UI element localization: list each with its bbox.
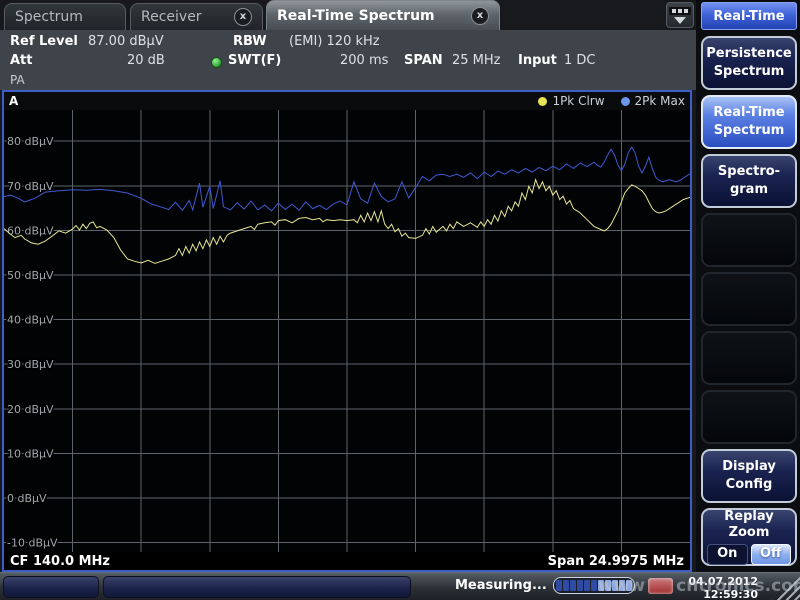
ref-level-label: Ref Level	[10, 34, 78, 49]
y-axis-tick-label: -10 dBµV	[7, 537, 58, 550]
softkey-menu-title: Real-Time	[701, 2, 797, 30]
y-axis-tick-label: 20 dBµV	[7, 403, 54, 416]
progress-segment	[584, 580, 590, 591]
softkey-label: Display	[722, 458, 776, 476]
trace-color-dot	[538, 97, 547, 106]
input-label: Input	[518, 53, 557, 68]
progress-segment	[626, 580, 632, 591]
tab-spectrum[interactable]: Spectrum	[4, 3, 126, 30]
progress-segment	[591, 580, 597, 591]
chart-footer: CF 140.0 MHz Span 24.9975 MHz	[4, 552, 690, 570]
softkey-list: PersistenceSpectrumReal-TimeSpectrumSpec…	[701, 36, 797, 566]
window-layout-icon	[669, 7, 691, 15]
tab-realtime-spectrum-label: Real-Time Spectrum	[277, 8, 435, 24]
date-time: 04.07.2012 12:59:30	[688, 576, 758, 600]
toggle-option-off[interactable]: Off	[751, 544, 792, 565]
att-value: 20 dB	[127, 53, 165, 68]
rbw-label: RBW	[233, 34, 267, 49]
date-label: 04.07.2012	[688, 576, 758, 589]
softkey-empty	[701, 331, 797, 385]
progress-segment	[563, 580, 569, 591]
legend-item-1pk-clrw: 1Pk Clrw	[538, 94, 604, 108]
softkey-display-config[interactable]: DisplayConfig	[701, 449, 797, 503]
softkey-empty	[701, 272, 797, 326]
status-led-green	[211, 57, 222, 68]
softkey-label: Persistence	[706, 45, 792, 63]
softkey-persistence-spectrum[interactable]: PersistenceSpectrum	[701, 36, 797, 90]
tab-receiver[interactable]: Receiver x	[130, 3, 263, 30]
softkey-label: Spectrum	[714, 122, 785, 140]
softkey-label: Spectro-	[718, 163, 780, 181]
y-axis-tick-label: 30 dBµV	[7, 358, 54, 371]
y-axis-tick-label: 60 dBµV	[7, 224, 54, 237]
softkey-label: Spectrum	[714, 63, 785, 81]
instrument-screen: Spectrum Receiver x Real-Time Spectrum x…	[0, 0, 800, 600]
close-icon[interactable]: x	[234, 8, 252, 26]
softkey-label: gram	[730, 181, 768, 199]
progress-segment	[570, 580, 576, 591]
tab-bar: Spectrum Receiver x Real-Time Spectrum x	[0, 0, 696, 30]
rbw-value: (EMI) 120 kHz	[289, 34, 380, 49]
softkey-empty	[701, 390, 797, 444]
y-axis-tick-label: 80 dBµV	[7, 135, 54, 148]
y-axis-tick-label: 0 dBµV	[7, 492, 47, 505]
softkey-label: Zoom	[729, 525, 770, 541]
statusbar-button-2[interactable]	[103, 576, 411, 598]
softkey-label: Replay	[724, 509, 773, 525]
center-frequency-readout: CF 140.0 MHz	[10, 554, 110, 569]
spectrum-chart: A 1Pk Clrw 2Pk Max 80 dBµV 70 dBµV 60 dBµV 5…	[2, 90, 692, 572]
softkey-label: Real-Time	[713, 104, 784, 122]
on-off-toggle: OnOff	[707, 544, 791, 565]
y-axis-tick-label: 10 dBµV	[7, 447, 54, 460]
tab-spectrum-label: Spectrum	[15, 9, 83, 25]
span-readout: Span 24.9975 MHz	[548, 554, 684, 569]
span-label: SPAN	[404, 53, 443, 68]
progress-segment	[577, 580, 583, 591]
progress-segment	[556, 580, 562, 591]
window-layout-button[interactable]	[666, 2, 694, 28]
progress-segment	[605, 580, 611, 591]
softkey-empty	[701, 213, 797, 267]
legend-item-2pk-max: 2Pk Max	[621, 94, 685, 108]
statusbar-button-1[interactable]	[3, 576, 99, 598]
tab-realtime-spectrum[interactable]: Real-Time Spectrum x	[266, 0, 500, 30]
transducer-label: PA	[10, 73, 25, 87]
progress-segment	[598, 580, 604, 591]
close-icon[interactable]: x	[471, 7, 489, 25]
progress-segment	[612, 580, 618, 591]
y-axis-tick-label: 50 dBµV	[7, 269, 54, 282]
att-label: Att	[10, 53, 33, 68]
plot-area: 80 dBµV 70 dBµV 60 dBµV 50 dBµV 40 dBµV 30 dB…	[4, 110, 690, 552]
status-bar: Measuring... 04.07.2012 12:59:30	[0, 572, 800, 600]
y-axis-tick-label: 70 dBµV	[7, 180, 54, 193]
span-value: 25 MHz	[452, 53, 501, 68]
ref-level-value: 87.00 dBµV	[88, 34, 164, 49]
resize-grip-icon	[770, 573, 800, 600]
softkey-replay-zoom[interactable]: ReplayZoom OnOff	[701, 508, 797, 566]
trace-color-dot	[621, 97, 630, 106]
softkey-real-time-spectrum[interactable]: Real-TimeSpectrum	[701, 95, 797, 149]
swt-value: 200 ms	[340, 53, 388, 68]
softkey-sidebar: Real-Time PersistenceSpectrumReal-TimeSp…	[696, 0, 800, 572]
window-title: A	[9, 94, 18, 108]
toggle-option-on[interactable]: On	[707, 544, 748, 565]
progress-segment	[619, 580, 625, 591]
softkey-label: Config	[726, 476, 773, 494]
time-label: 12:59:30	[688, 589, 758, 600]
sweep-progress-bar	[553, 577, 635, 594]
chevron-down-icon	[674, 17, 686, 24]
swt-label: SWT(F)	[228, 53, 281, 68]
tab-receiver-label: Receiver	[141, 9, 202, 25]
measurement-status: Measuring...	[455, 578, 547, 593]
softkey-spectro-gram[interactable]: Spectro-gram	[701, 154, 797, 208]
input-value: 1 DC	[564, 53, 596, 68]
chart-header: A 1Pk Clrw 2Pk Max	[4, 92, 690, 110]
y-axis-tick-label: 40 dBµV	[7, 314, 54, 327]
trace-legend: 1Pk Clrw 2Pk Max	[538, 94, 685, 108]
spectrum-plot-svg: 80 dBµV 70 dBµV 60 dBµV 50 dBµV 40 dBµV 30 dB…	[4, 110, 690, 552]
settings-header: Ref Level 87.00 dBµV RBW (EMI) 120 kHz A…	[0, 30, 696, 90]
